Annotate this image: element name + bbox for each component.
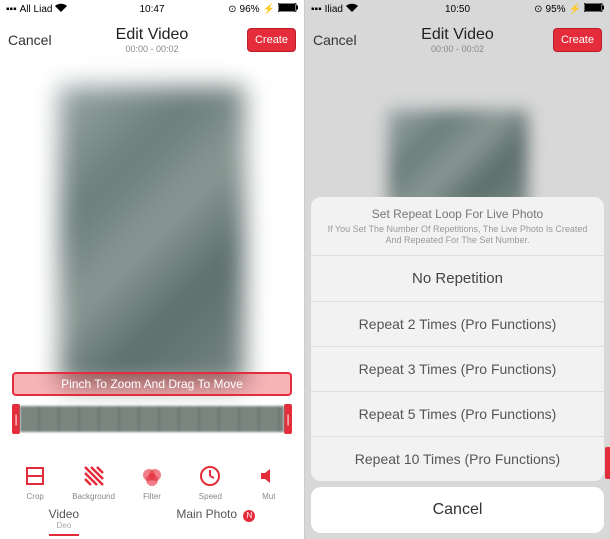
battery-percent: 96%: [240, 4, 260, 15]
tool-background[interactable]: Background: [67, 463, 121, 501]
alarm-icon: ⊙: [534, 4, 542, 15]
tool-speed[interactable]: Speed: [183, 463, 237, 501]
tab-label: Main Photo: [176, 507, 237, 521]
edge-indicator: [605, 447, 610, 479]
timeline-handle-right[interactable]: |: [284, 404, 292, 434]
tab-video[interactable]: VideoDeo: [49, 504, 79, 533]
timeline[interactable]: | |: [12, 404, 292, 434]
sheet-description: If You Set The Number Of Repetitions, Th…: [323, 224, 592, 247]
status-bar: ▪▪▪ All Liad 10:47 ⊙ 96% ⚡: [0, 0, 304, 18]
clock: 10:50: [445, 4, 470, 15]
tab-label: Video: [49, 507, 79, 521]
speed-icon: [197, 463, 223, 489]
video-preview-area: [305, 62, 610, 210]
signal-icon: ▪▪▪: [6, 4, 17, 15]
tool-crop[interactable]: Crop: [8, 463, 62, 501]
sheet-cancel-button[interactable]: Cancel: [311, 487, 604, 533]
option-repeat-5[interactable]: Repeat 5 Times (Pro Functions): [311, 391, 604, 436]
action-sheet: Set Repeat Loop For Live Photo If You Se…: [311, 197, 604, 539]
new-badge: N: [243, 510, 255, 522]
tool-label: Background: [72, 492, 115, 501]
toolbar: Crop Background Filter Speed Mut: [0, 463, 304, 501]
tool-label: Filter: [143, 492, 161, 501]
cancel-button[interactable]: Cancel: [313, 32, 357, 48]
cancel-button[interactable]: Cancel: [8, 32, 52, 48]
screen-edit-video: ▪▪▪ All Liad 10:47 ⊙ 96% ⚡ Cancel Edit V…: [0, 0, 305, 539]
status-bar: ▪▪▪ Iliad 10:50 ⊙ 95% ⚡: [305, 0, 610, 18]
pattern-icon: [81, 463, 107, 489]
tab-main-photo[interactable]: Main Photo N: [176, 504, 255, 533]
video-preview[interactable]: [59, 86, 245, 386]
timeline-track[interactable]: [20, 406, 284, 432]
carrier-label: All Liad: [20, 4, 53, 15]
battery-icon: [584, 3, 604, 15]
wifi-icon: [55, 3, 67, 15]
screen-repeat-sheet: ▪▪▪ Iliad 10:50 ⊙ 95% ⚡ Cancel Edit Vide…: [305, 0, 610, 539]
battery-percent: 95%: [546, 4, 566, 15]
page-title: Edit Video: [421, 26, 494, 44]
tool-label: Mut: [262, 492, 275, 501]
mute-icon: [256, 463, 282, 489]
charging-icon: ⚡: [263, 4, 275, 15]
tool-label: Crop: [27, 492, 44, 501]
signal-icon: ▪▪▪: [311, 4, 322, 15]
option-repeat-2[interactable]: Repeat 2 Times (Pro Functions): [311, 301, 604, 346]
tool-label: Speed: [199, 492, 222, 501]
clock: 10:47: [139, 4, 164, 15]
alarm-icon: ⊙: [228, 4, 236, 15]
tool-mute[interactable]: Mut: [242, 463, 296, 501]
time-range: 00:00 - 00:02: [421, 44, 494, 54]
filter-icon: [139, 463, 165, 489]
nav-bar: Cancel Edit Video 00:00 - 00:02 Create: [0, 18, 304, 62]
carrier-label: Iliad: [325, 4, 343, 15]
bottom-tabs: VideoDeo Main Photo N: [0, 504, 304, 533]
crop-icon: [22, 463, 48, 489]
tab-sublabel: Deo: [49, 521, 79, 530]
video-preview: [388, 110, 528, 210]
create-button[interactable]: Create: [247, 28, 296, 52]
option-repeat-10[interactable]: Repeat 10 Times (Pro Functions): [311, 436, 604, 481]
nav-bar: Cancel Edit Video 00:00 - 00:02 Create: [305, 18, 610, 62]
sheet-title: Set Repeat Loop For Live Photo: [323, 207, 592, 221]
video-preview-area[interactable]: [0, 62, 304, 386]
timeline-handle-left[interactable]: |: [12, 404, 20, 434]
battery-icon: [278, 3, 298, 15]
option-no-repetition[interactable]: No Repetition: [311, 255, 604, 301]
sheet-panel: Set Repeat Loop For Live Photo If You Se…: [311, 197, 604, 481]
create-button[interactable]: Create: [553, 28, 602, 52]
option-repeat-3[interactable]: Repeat 3 Times (Pro Functions): [311, 346, 604, 391]
page-title: Edit Video: [116, 26, 189, 44]
wifi-icon: [346, 3, 358, 15]
charging-icon: ⚡: [569, 4, 581, 15]
time-range: 00:00 - 00:02: [116, 44, 189, 54]
tool-filter[interactable]: Filter: [125, 463, 179, 501]
sheet-header: Set Repeat Loop For Live Photo If You Se…: [311, 197, 604, 255]
zoom-hint-overlay: Pinch To Zoom And Drag To Move: [12, 372, 292, 396]
